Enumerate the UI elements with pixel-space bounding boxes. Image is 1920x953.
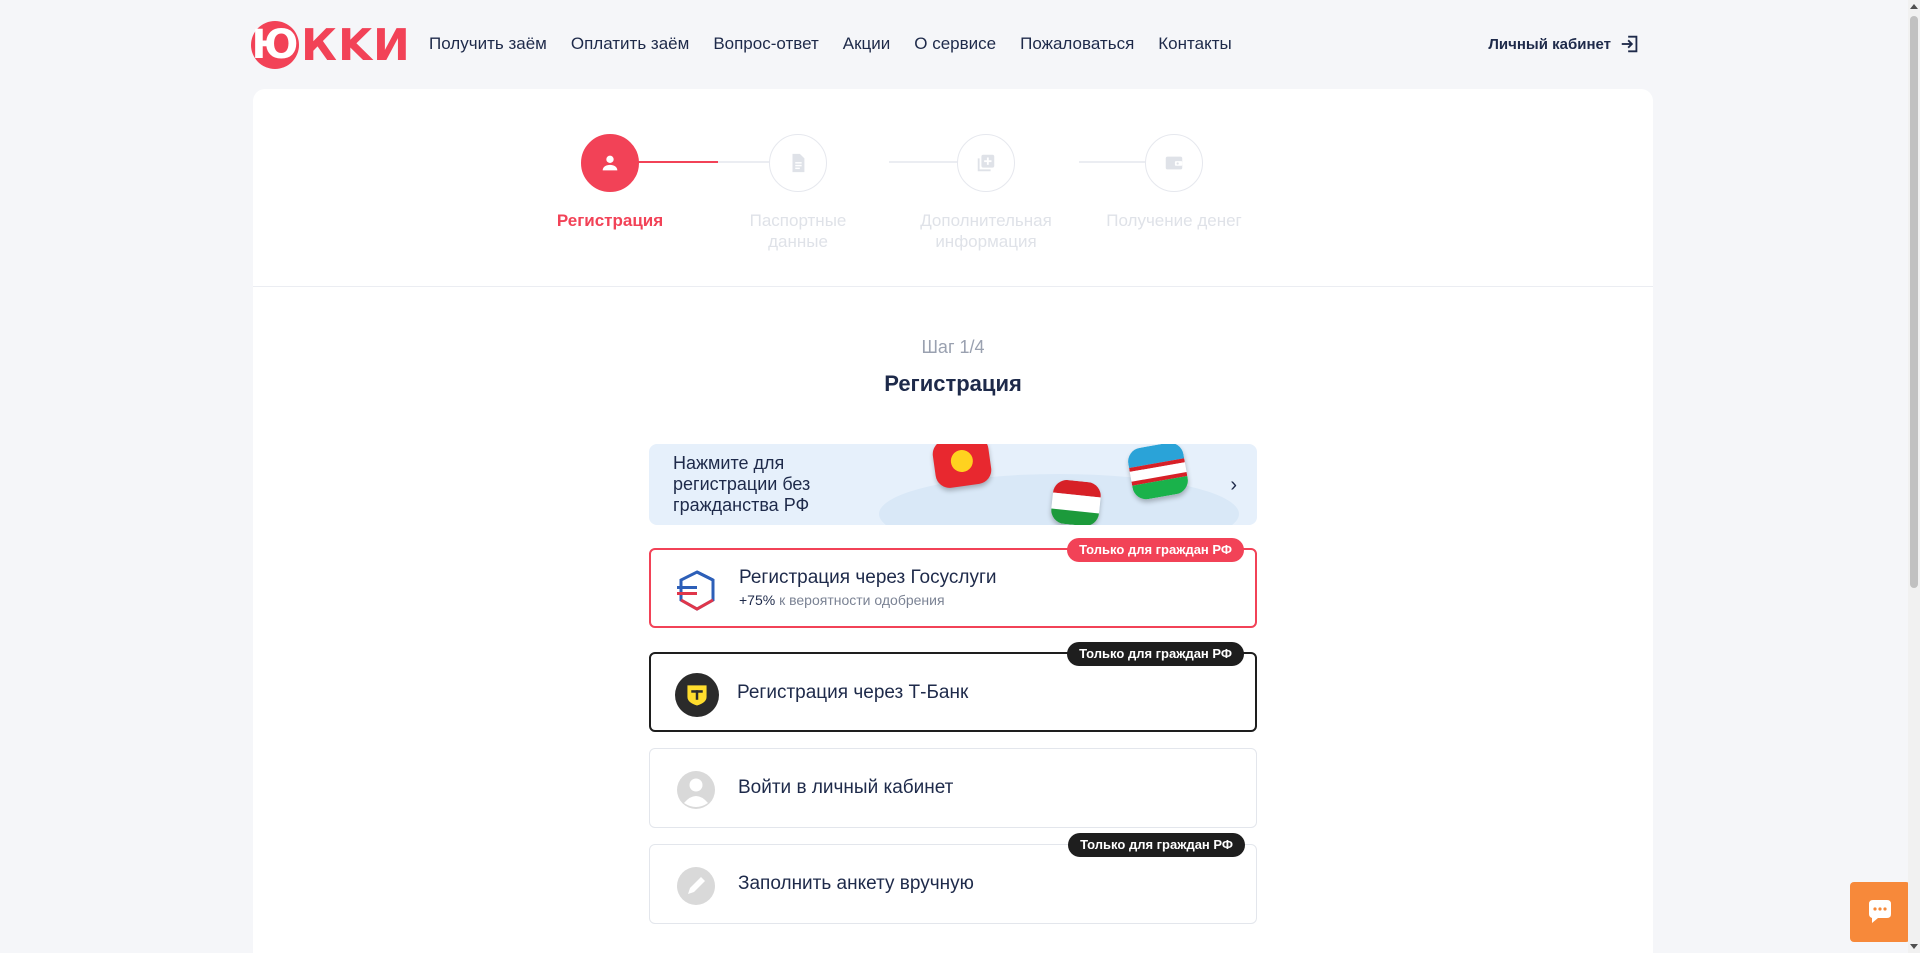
option-subtitle: +75% к вероятности одобрения <box>739 592 945 608</box>
cabinet-link[interactable]: Личный кабинет <box>1488 33 1641 55</box>
step-circle <box>581 134 639 192</box>
nav-get-loan[interactable]: Получить заём <box>429 34 547 54</box>
manual-form-option[interactable]: Заполнить анкету вручную Только для граж… <box>649 833 1257 924</box>
header: Ю КKИ Получить заём Оплатить заём Вопрос… <box>0 0 1908 90</box>
step-passport: Паспортные данные <box>728 134 868 252</box>
scroll-down-icon[interactable] <box>1910 944 1918 949</box>
citizens-only-badge: Только для граждан РФ <box>1067 538 1244 562</box>
main-nav: Получить заём Оплатить заём Вопрос-ответ… <box>429 34 1232 54</box>
login-option[interactable]: Войти в личный кабинет <box>649 748 1257 828</box>
avatar-icon <box>674 768 718 812</box>
logo-mark: Ю <box>251 21 299 69</box>
gosuslugi-option[interactable]: Регистрация через Госуслуги +75% к вероя… <box>649 538 1257 628</box>
approval-text: к вероятности одобрения <box>775 592 945 608</box>
logo-text: КKИ <box>301 19 411 71</box>
step-label: Дополнительная информация <box>920 211 1052 251</box>
nav-contacts[interactable]: Контакты <box>1158 34 1231 54</box>
scroll-up-icon[interactable] <box>1910 4 1918 9</box>
document-icon <box>792 153 805 173</box>
page-title: Регистрация <box>884 371 1022 396</box>
nav-promos[interactable]: Акции <box>843 34 891 54</box>
step-get-money: Получение денег <box>1104 134 1244 231</box>
step-circle <box>769 134 827 192</box>
tbank-option[interactable]: Регистрация через Т-Банк Только для граж… <box>649 642 1257 732</box>
option-title: Заполнить анкету вручную <box>738 873 974 894</box>
step-circle <box>957 134 1015 192</box>
step-counter: Шаг 1/4 <box>921 337 985 357</box>
chat-icon <box>1869 900 1891 923</box>
citizens-only-badge: Только для граждан РФ <box>1068 833 1245 857</box>
nav-pay-loan[interactable]: Оплатить заём <box>571 34 689 54</box>
option-title: Регистрация через Т-Банк <box>737 682 969 703</box>
wallet-icon <box>1165 156 1183 170</box>
gosuslugi-icon <box>675 569 719 613</box>
step-label: Получение денег <box>1106 211 1242 230</box>
option-title: Войти в личный кабинет <box>738 777 954 798</box>
step-circle <box>1145 134 1203 192</box>
step-registration: Регистрация <box>540 134 680 231</box>
scrollbar[interactable] <box>1908 0 1920 953</box>
nav-about[interactable]: О сервисе <box>914 34 996 54</box>
step-additional-info: Дополнительная информация <box>916 134 1056 252</box>
nav-complain[interactable]: Пожаловаться <box>1020 34 1134 54</box>
chevron-right-icon: › <box>1230 474 1237 496</box>
chat-button[interactable] <box>1850 882 1910 942</box>
login-icon <box>1621 35 1638 53</box>
scrollbar-thumb[interactable] <box>1910 16 1918 588</box>
tbank-icon <box>675 673 719 717</box>
citizens-only-badge: Только для граждан РФ <box>1067 642 1244 666</box>
registration-card: Регистрация Паспортные данные Дополнител… <box>253 89 1653 953</box>
step-label: Паспортные данные <box>749 211 847 251</box>
pencil-icon <box>674 864 718 908</box>
option-title: Регистрация через Госуслуги <box>739 567 997 588</box>
add-file-icon <box>977 154 995 172</box>
stepper: Регистрация Паспортные данные Дополнител… <box>253 89 1653 287</box>
foreign-citizens-banner[interactable]: Нажмите для регистрации без гражданства … <box>649 444 1257 525</box>
tajikistan-flag-icon <box>1049 478 1103 525</box>
cabinet-label: Личный кабинет <box>1488 35 1611 53</box>
user-icon <box>602 155 618 171</box>
banner-text: Нажмите для регистрации без гражданства … <box>673 453 811 515</box>
step-label: Регистрация <box>556 211 664 230</box>
logo[interactable]: Ю КKИ <box>251 18 411 72</box>
approval-boost: +75% <box>739 592 776 608</box>
nav-faq[interactable]: Вопрос-ответ <box>713 34 818 54</box>
